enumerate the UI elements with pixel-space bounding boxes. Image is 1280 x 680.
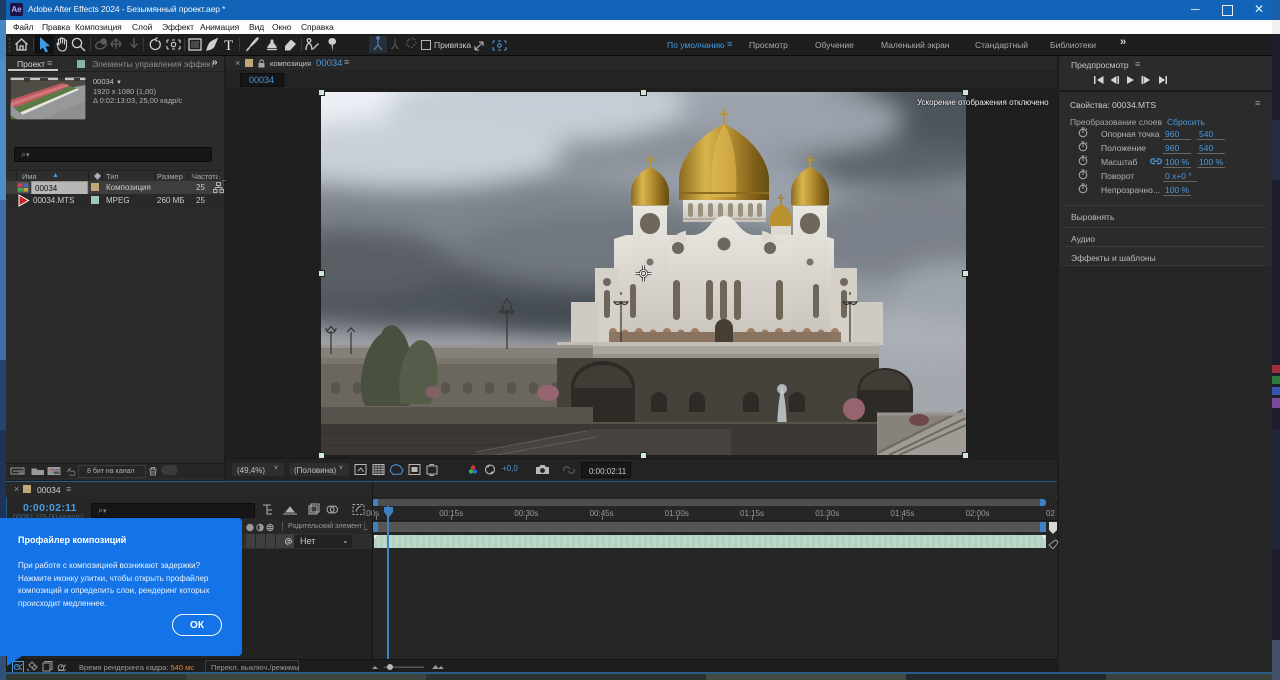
svg-text:T: T (224, 38, 233, 54)
